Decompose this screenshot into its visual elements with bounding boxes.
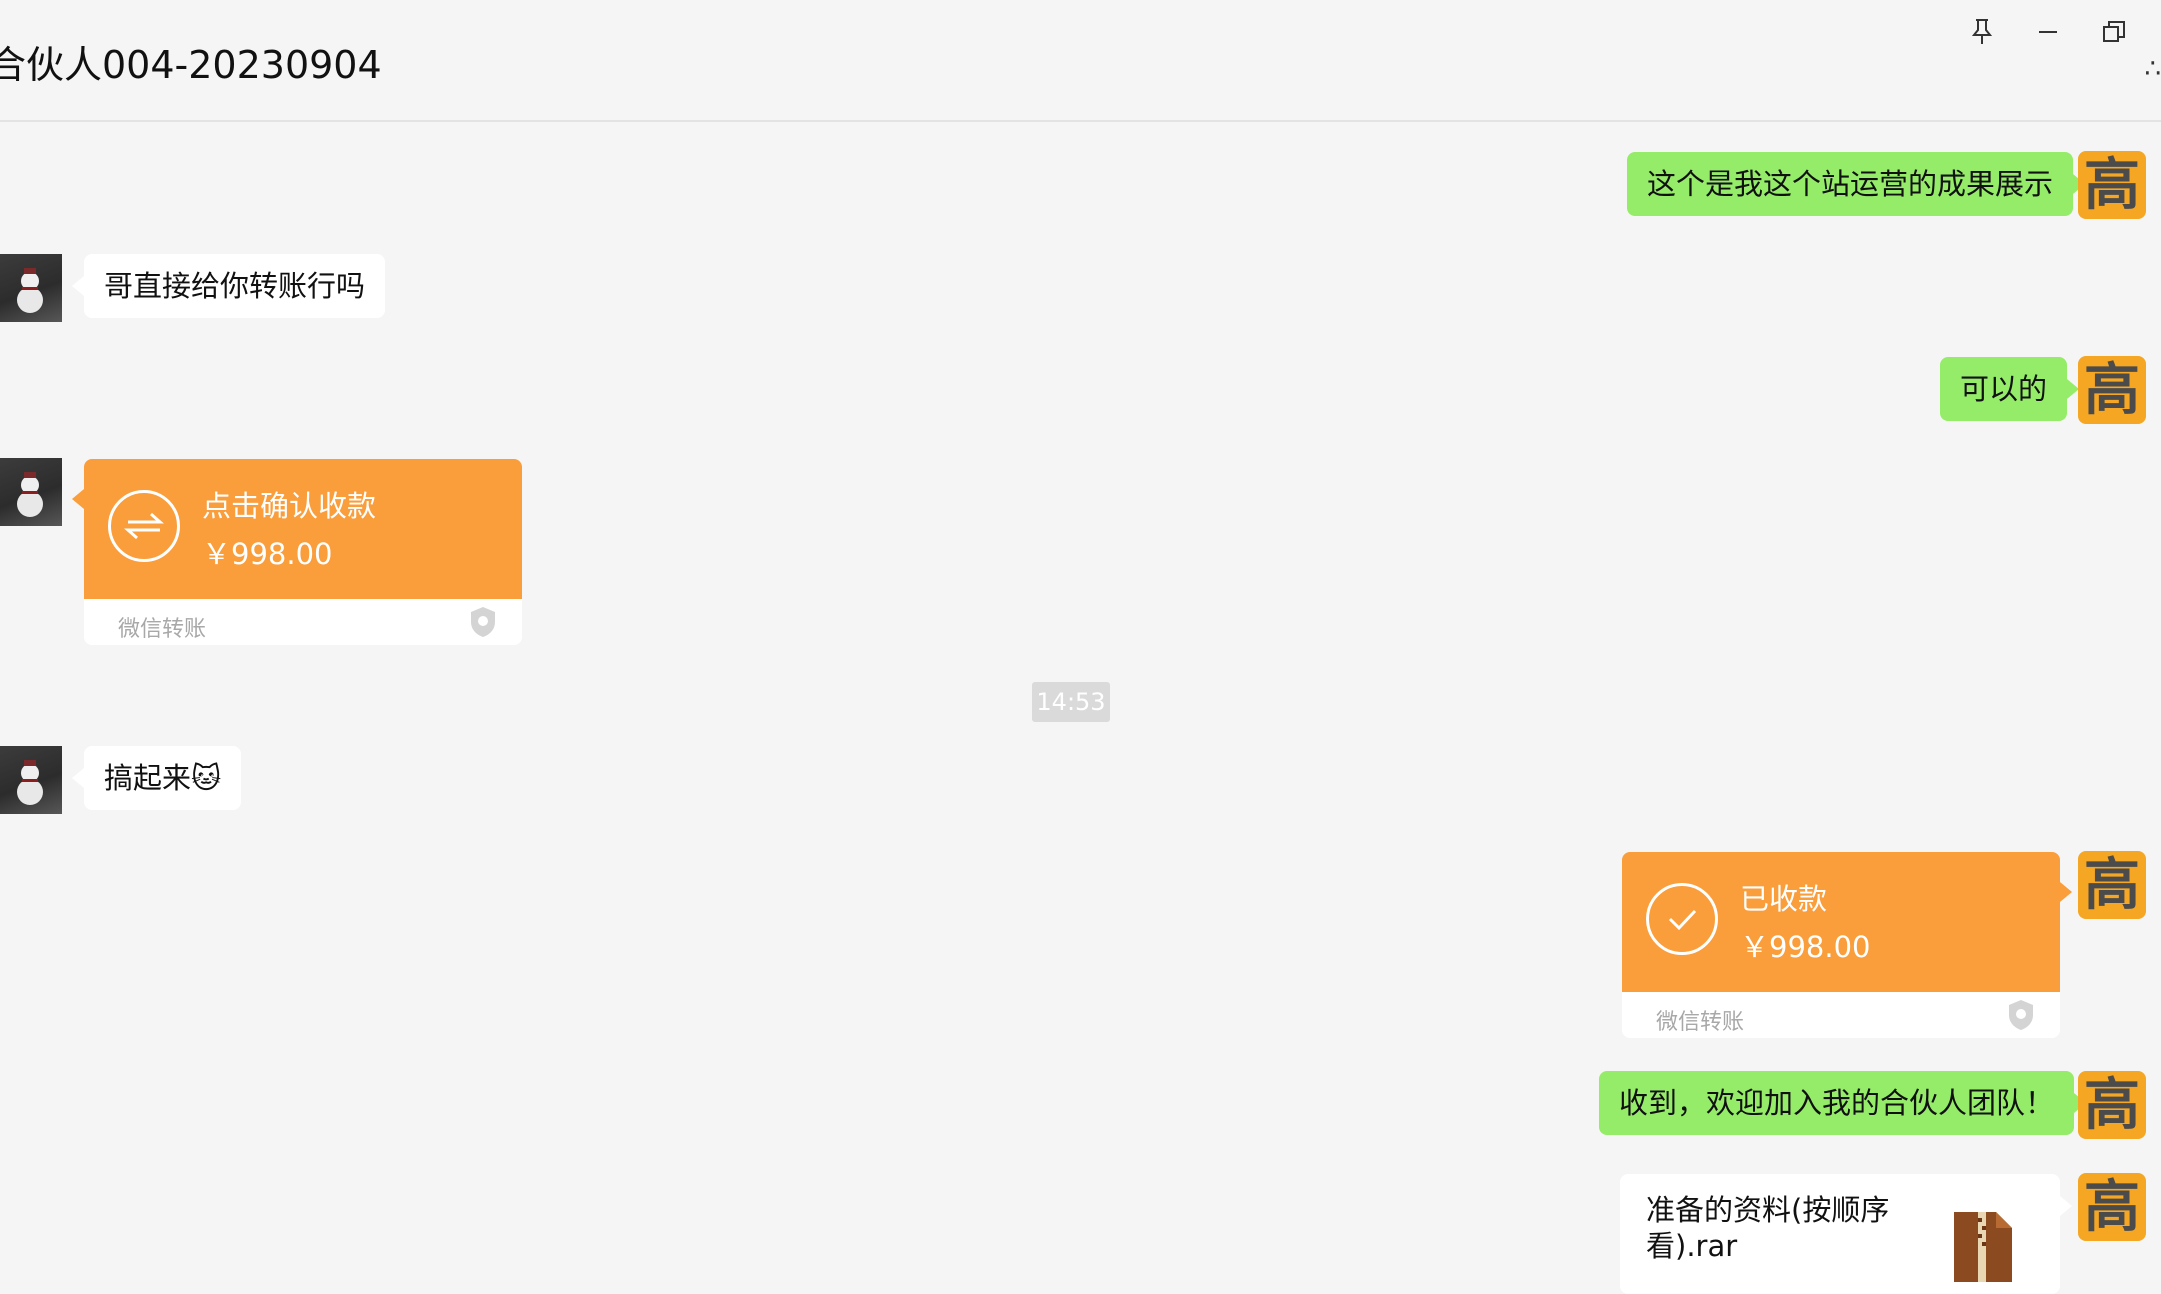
self-avatar[interactable]: 高	[2078, 1173, 2146, 1241]
self-avatar[interactable]: 高	[2078, 1071, 2146, 1139]
contact-avatar[interactable]	[0, 746, 62, 814]
avatar-char: 高	[2084, 152, 2140, 218]
avatar-char: 高	[2084, 357, 2140, 423]
chat-header: 合伙人004-20230904 ∴	[0, 0, 2161, 122]
transfer-card-pending[interactable]: 点击确认收款 ￥998.00 微信转账	[72, 459, 522, 645]
minimize-icon	[2039, 31, 2057, 33]
message-bubble-incoming[interactable]: 哥直接给你转账行吗	[71, 254, 386, 318]
avatar-char: 高	[2084, 1174, 2140, 1240]
transfer-card-received[interactable]: 已收款 ￥998.00 微信转账	[1622, 852, 2072, 1038]
contact-avatar[interactable]	[0, 254, 62, 322]
transfer-card-top: 已收款 ￥998.00	[1622, 852, 2060, 992]
avatar-char: 高	[2084, 852, 2140, 918]
avatar-char: 高	[2084, 1072, 2140, 1138]
message-bubble-incoming[interactable]: 搞起来🐱	[71, 746, 242, 810]
transfer-amount: ￥998.00	[1740, 930, 1871, 964]
shield-icon	[471, 607, 495, 637]
transfer-amount: ￥998.00	[202, 537, 333, 571]
transfer-status: 已收款	[1740, 882, 1828, 916]
message-bubble-outgoing[interactable]: 这个是我这个站运营的成果展示	[1627, 152, 2086, 216]
chat-title: 合伙人004-20230904	[0, 43, 382, 87]
transfer-status: 点击确认收款	[202, 489, 377, 523]
edge-glyph: ∴	[2144, 54, 2161, 84]
file-name: 准备的资料(按顺序看).rar	[1646, 1193, 1890, 1263]
message-bubble-outgoing[interactable]: 可以的	[1940, 357, 2080, 421]
self-avatar[interactable]: 高	[2078, 151, 2146, 219]
transfer-source-label: 微信转账	[118, 617, 207, 642]
restore-icon	[2103, 21, 2125, 42]
shield-icon	[2009, 1000, 2033, 1030]
restore-button[interactable]	[2090, 8, 2138, 56]
transfer-source-label: 微信转账	[1656, 1010, 1745, 1035]
pin-icon	[1971, 19, 1993, 44]
snowman-avatar-image	[17, 472, 43, 517]
minimize-button[interactable]	[2024, 8, 2072, 56]
snowman-avatar-image	[17, 760, 43, 805]
snowman-avatar-image	[17, 268, 43, 313]
rar-archive-icon	[1954, 1212, 2012, 1282]
transfer-card-top: 点击确认收款 ￥998.00	[84, 459, 522, 599]
file-message[interactable]: 准备的资料(按顺序看).rar	[1620, 1174, 2072, 1294]
self-avatar[interactable]: 高	[2078, 851, 2146, 919]
self-avatar[interactable]: 高	[2078, 356, 2146, 424]
message-bubble-outgoing[interactable]: 收到，欢迎加入我的合伙人团队！	[1599, 1071, 2087, 1135]
timestamp: 14:53	[1032, 682, 1110, 722]
transfer-icon	[108, 490, 180, 562]
contact-avatar[interactable]	[0, 458, 62, 526]
check-icon	[1646, 883, 1718, 955]
pin-button[interactable]	[1958, 8, 2006, 56]
